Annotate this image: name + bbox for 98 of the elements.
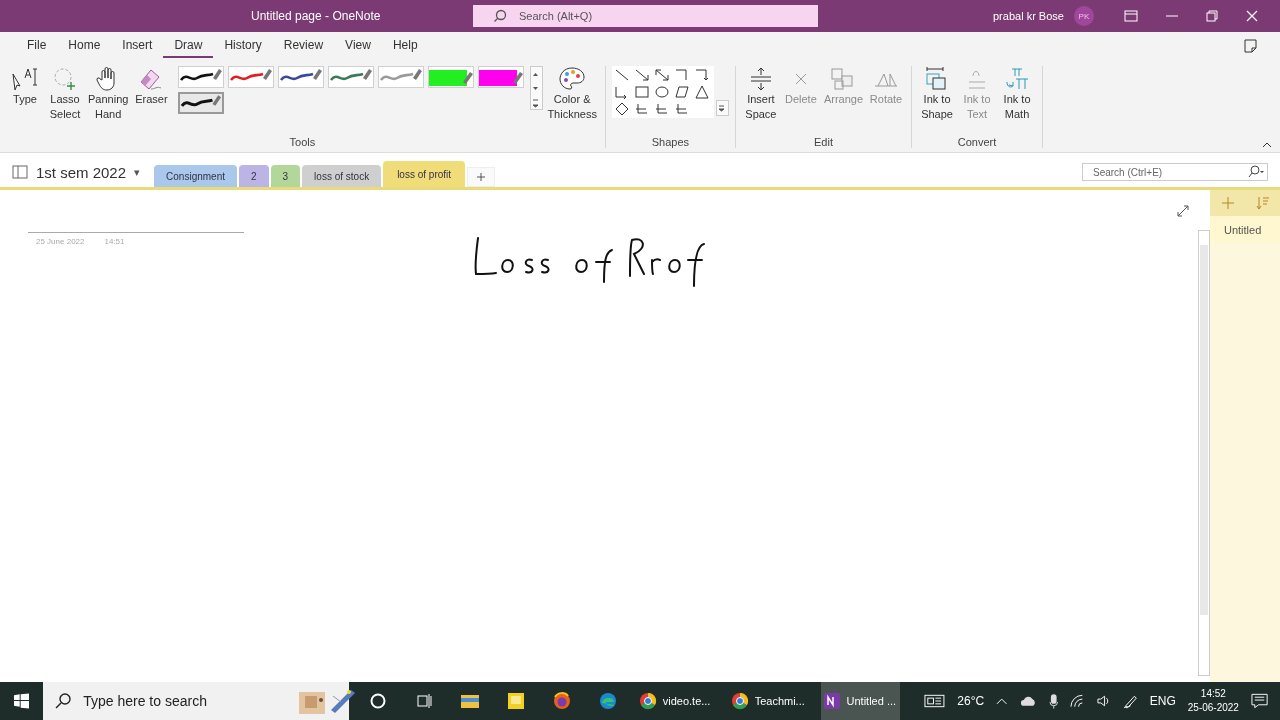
highlighter-swatch[interactable] [428, 66, 475, 88]
pen-tip-icon [413, 69, 423, 80]
page-item[interactable]: Untitled [1210, 216, 1280, 242]
windows-start-icon[interactable] [14, 693, 30, 709]
sticky-note-icon [505, 692, 526, 710]
minimize-icon[interactable] [1165, 15, 1178, 17]
plus-icon [476, 172, 487, 182]
browser-icon [551, 691, 572, 711]
browser-icon [638, 692, 657, 710]
language-indicator[interactable]: ENG [1149, 694, 1176, 708]
taskbar-app[interactable]: Untitled ... [820, 682, 901, 720]
notebook-app-icon [822, 692, 841, 710]
ribbon-tab[interactable]: File [16, 34, 58, 58]
search-field[interactable]: Search (Ctrl+E) [1082, 163, 1268, 181]
pen-swatch[interactable] [228, 66, 275, 88]
pen-tip-icon [212, 95, 222, 106]
circle-icon [368, 692, 387, 710]
convert-button[interactable]: Ink to Shape [918, 66, 957, 122]
pen-swatch[interactable] [178, 92, 225, 114]
notebook-icon [12, 165, 28, 179]
task-view-icon [414, 692, 433, 710]
browser-icon [730, 692, 749, 710]
ribbon-tab[interactable]: Review [272, 34, 335, 58]
notification-icon[interactable] [1250, 693, 1268, 709]
palette-icon [558, 66, 587, 92]
pen-tip-icon [313, 69, 323, 80]
page-date: 25 June 2022 [36, 237, 85, 246]
temperature[interactable]: 26°C [957, 694, 985, 708]
pen-swatch[interactable] [378, 66, 425, 88]
color-thickness-button[interactable]: Color & Thickness [545, 66, 599, 122]
pen-tip-icon [213, 69, 223, 80]
shape-icon[interactable] [633, 68, 650, 82]
taskbar-app[interactable]: Teachmi... [728, 682, 809, 720]
section-tab[interactable]: Consignment [154, 165, 237, 187]
restore-icon[interactable] [1205, 10, 1218, 22]
scrollbar[interactable] [1198, 230, 1210, 676]
ribbon-tab[interactable]: History [213, 34, 273, 58]
group-label: Shapes [650, 136, 691, 148]
window-title: Untitled page - OneNote [251, 9, 382, 23]
user-name[interactable]: prabal kr Bose [993, 10, 1064, 22]
close-icon[interactable] [1245, 10, 1258, 22]
section-tab[interactable]: 2 [239, 165, 269, 187]
pen-swatch[interactable] [328, 66, 375, 88]
search-icon [1248, 165, 1264, 178]
taskbar-app[interactable]: video.te... [636, 682, 717, 720]
tool-button[interactable]: Lasso Select [46, 66, 84, 122]
sticky-note-icon[interactable] [1242, 38, 1258, 54]
group-label: Convert [956, 136, 998, 148]
shape-icon[interactable] [693, 85, 710, 99]
pen-swatch[interactable] [278, 66, 325, 88]
ribbon-display-icon[interactable] [1123, 10, 1138, 22]
tool-button[interactable]: Eraser [132, 66, 171, 107]
type-icon [11, 66, 39, 92]
tool-button[interactable]: Type [6, 66, 44, 107]
pen-icon[interactable] [1122, 693, 1138, 709]
browser-icon [597, 691, 618, 711]
group-label: Tools [288, 136, 317, 148]
pen-tip-icon [263, 69, 273, 80]
shape-icon[interactable] [653, 68, 670, 82]
chevron-up-icon[interactable] [996, 697, 1008, 705]
pen-tip-icon [463, 72, 474, 84]
expand-icon[interactable] [1176, 204, 1190, 218]
search-field[interactable]: Search (Alt+Q) [473, 5, 818, 27]
convert-button[interactable]: Ink to Math [998, 66, 1037, 122]
highlighter-swatch[interactable] [478, 66, 525, 88]
clock-date[interactable]: 25-06-2022 [1187, 701, 1239, 715]
shape-icon[interactable] [613, 68, 630, 82]
ribbon-tab[interactable]: Insert [111, 34, 164, 58]
ribbon-tab[interactable]: Help [381, 34, 429, 58]
clock-time[interactable]: 14:52 [1200, 687, 1226, 701]
edit-button[interactable]: Insert Space [741, 66, 780, 122]
ribbon-tab[interactable]: Draw [163, 34, 214, 58]
shape-icon[interactable] [653, 85, 670, 99]
ribbon-tab[interactable]: View [334, 34, 382, 58]
search-icon [55, 693, 72, 709]
folder-icon [459, 692, 480, 710]
ribbon-tab[interactable]: Home [57, 34, 112, 58]
microphone-icon[interactable] [1048, 693, 1059, 709]
page-time: 14:51 [104, 237, 125, 246]
gallery-scroll[interactable] [530, 66, 544, 110]
collapse-ribbon-icon[interactable] [1262, 142, 1272, 148]
pen-tip-icon [363, 69, 373, 80]
user-avatar[interactable]: PK [1073, 6, 1094, 26]
taskbar-search-field[interactable]: Type here to search [43, 682, 349, 720]
pen-swatch[interactable] [178, 66, 225, 88]
search-icon [493, 9, 507, 23]
shape-icon[interactable] [613, 102, 630, 116]
notebook-picker[interactable]: 1st sem 2022 ▾ [12, 157, 141, 187]
cloud-icon[interactable] [1019, 695, 1037, 707]
group-label: Edit [813, 136, 834, 148]
volume-icon[interactable] [1097, 694, 1111, 708]
tool-button[interactable]: Panning Hand [86, 66, 131, 122]
shape-icon[interactable] [673, 85, 690, 99]
section-tab[interactable]: 3 [270, 165, 301, 187]
pen-tip-icon [513, 72, 524, 84]
section-tab[interactable]: loss of stock [302, 165, 382, 187]
section-tab[interactable]: loss of profit [383, 161, 466, 187]
weather-icon[interactable] [924, 693, 946, 709]
